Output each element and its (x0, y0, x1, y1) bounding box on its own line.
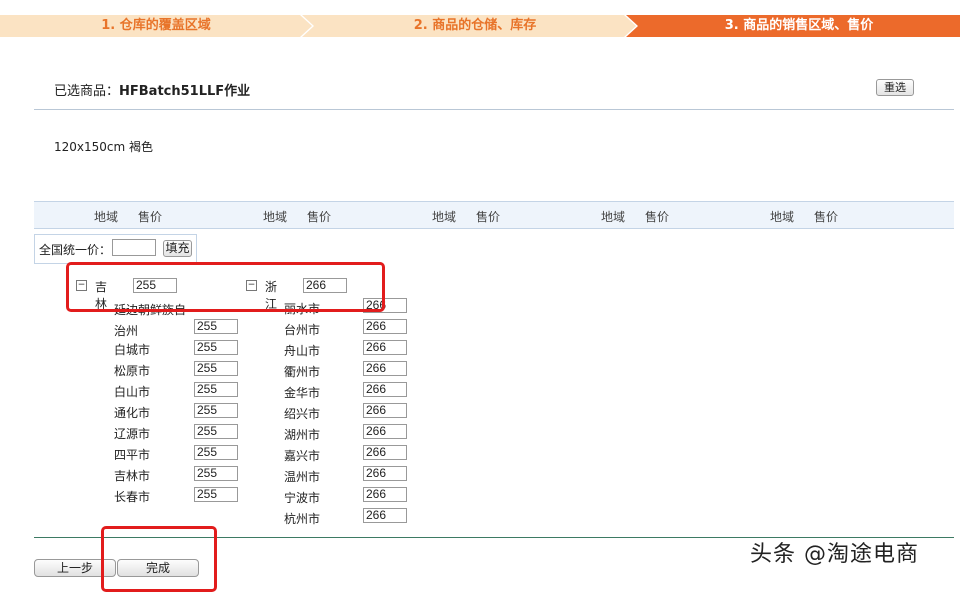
city-name: 白山市 (114, 385, 151, 399)
price-column-label: 售价 (645, 210, 670, 224)
region-column-label: 地域 (263, 210, 288, 224)
city-price-input[interactable] (363, 466, 407, 481)
city-price-input[interactable] (194, 403, 238, 418)
city-price-input[interactable] (194, 340, 238, 355)
city-price-input[interactable] (363, 445, 407, 460)
city-price-input[interactable] (363, 319, 407, 334)
city-price-input[interactable] (363, 340, 407, 355)
city-name: 辽源市 (114, 427, 151, 441)
city-name: 松原市 (114, 364, 151, 378)
annotation-highlight-box (101, 526, 217, 592)
price-column-label: 售价 (476, 210, 501, 224)
region-price-header: 地域 售价 地域 售价 地域 售价 地域 售价 地域 售价 (34, 201, 954, 229)
price-column-label: 售价 (138, 210, 163, 224)
city-name: 湖州市 (284, 428, 321, 442)
region-column-label: 地域 (770, 210, 795, 224)
city-price-input[interactable] (363, 361, 407, 376)
selected-product: 已选商品：HFBatch51LLF作业 (54, 80, 250, 99)
city-price-input[interactable] (363, 382, 407, 397)
divider (34, 109, 954, 110)
city-name: 绍兴市 (284, 407, 321, 421)
step-1-warehouse-coverage: 1. 仓库的覆盖区域 (0, 15, 312, 37)
city-name: 通化市 (114, 406, 151, 420)
city-name: 宁波市 (284, 491, 321, 505)
step-progress-bar: 1. 仓库的覆盖区域 2. 商品的仓储、库存 3. 商品的销售区域、售价 (0, 15, 960, 37)
city-name: 杭州市 (284, 512, 321, 526)
unified-price-label: 全国统一价： (39, 243, 112, 257)
price-column-label: 售价 (307, 210, 332, 224)
step-2-storage-inventory: 2. 商品的仓储、库存 (302, 15, 636, 37)
city-price-input[interactable] (194, 361, 238, 376)
city-price-input[interactable] (363, 508, 407, 523)
city-price-input[interactable] (363, 403, 407, 418)
city-name: 温州市 (284, 470, 321, 484)
region-column-label: 地域 (94, 210, 119, 224)
city-name: 白城市 (114, 343, 151, 357)
watermark: 头条 @淘途电商 (750, 542, 919, 567)
reselect-button[interactable]: 重选 (876, 79, 914, 96)
sku-spec: 120x150cm 褐色 (54, 140, 154, 154)
city-price-input[interactable] (194, 424, 238, 439)
city-name: 嘉兴市 (284, 449, 321, 463)
selected-product-label: 已选商品： (54, 84, 120, 99)
annotation-highlight-box (66, 262, 385, 312)
city-name: 台州市 (284, 323, 321, 337)
step-3-sales-region-price: 3. 商品的销售区域、售价 (626, 15, 960, 37)
city-name: 长春市 (114, 490, 151, 504)
city-price-input[interactable] (194, 487, 238, 502)
city-price-input[interactable] (363, 487, 407, 502)
selected-product-name: HFBatch51LLF作业 (119, 84, 251, 99)
region-column-label: 地域 (601, 210, 626, 224)
city-price-input[interactable] (194, 382, 238, 397)
unified-price-box: 全国统一价： 填充 (34, 234, 197, 264)
city-price-input[interactable] (363, 424, 407, 439)
city-price-input[interactable] (194, 445, 238, 460)
city-price-input[interactable] (194, 466, 238, 481)
city-name: 金华市 (284, 386, 321, 400)
city-name: 舟山市 (284, 344, 321, 358)
city-price-input[interactable] (194, 319, 238, 334)
unified-price-input[interactable] (112, 239, 156, 256)
price-column-label: 售价 (814, 210, 839, 224)
city-name: 衢州市 (284, 365, 321, 379)
city-name: 四平市 (114, 448, 151, 462)
fill-button[interactable]: 填充 (163, 240, 192, 257)
city-name: 吉林市 (114, 469, 151, 483)
region-column-label: 地域 (432, 210, 457, 224)
